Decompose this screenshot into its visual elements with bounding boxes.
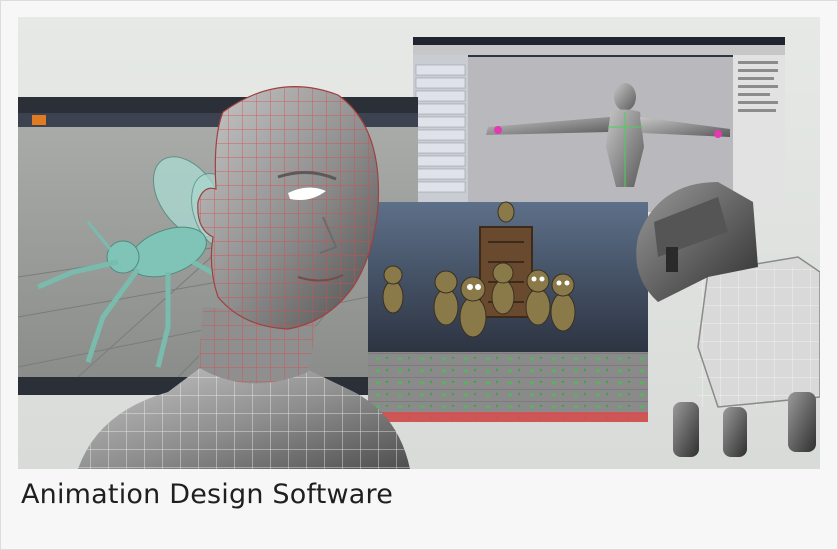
scene-viewport	[368, 201, 648, 422]
rigging-software-window	[413, 37, 785, 215]
feature-image[interactable]	[18, 17, 820, 469]
article-card[interactable]: Animation Design Software	[0, 0, 838, 550]
collage-illustration	[18, 17, 820, 469]
image-caption: Animation Design Software	[21, 479, 394, 510]
